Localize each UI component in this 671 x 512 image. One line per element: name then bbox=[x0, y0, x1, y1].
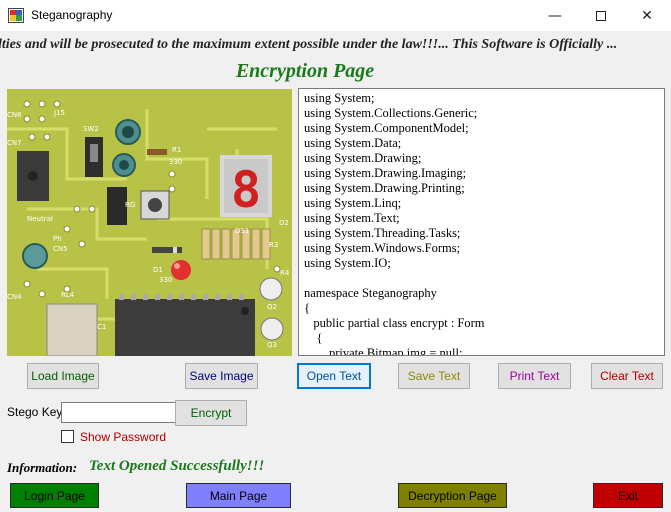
board-label: RG bbox=[125, 201, 135, 209]
window-title: Steganography bbox=[31, 8, 113, 22]
code-line: using System.Data; bbox=[304, 136, 402, 150]
decryption-page-button[interactable]: Decryption Page bbox=[398, 483, 507, 508]
information-label: Information: bbox=[7, 460, 78, 475]
board-label: 330 bbox=[159, 276, 172, 284]
scrolling-notice: lties and will be prosecuted to the maxi… bbox=[0, 36, 671, 56]
message-text-area[interactable]: using System; using System.Collections.Ge… bbox=[298, 88, 665, 356]
main-page-button[interactable]: Main Page bbox=[186, 483, 291, 508]
board-label: R1 bbox=[172, 146, 181, 154]
code-line: namespace Steganography bbox=[304, 286, 437, 300]
board-label: SW2 bbox=[83, 125, 99, 133]
board-label: RL4 bbox=[61, 291, 75, 299]
code-line: { bbox=[304, 301, 310, 315]
stego-key-label: Stego Key: bbox=[7, 405, 66, 419]
circuit-board-image: 8 R1 330 SW2 DS1 C1 Q2 Q3 D1 330 RL4 CN4… bbox=[7, 89, 292, 356]
code-line: using System; bbox=[304, 91, 375, 105]
code-line: using System.Text; bbox=[304, 211, 400, 225]
code-line: public partial class encrypt : Form bbox=[304, 316, 485, 330]
board-label: Ph bbox=[53, 235, 62, 243]
seven-segment-digit: 8 bbox=[231, 161, 261, 219]
scrolling-notice-text: lties and will be prosecuted to the maxi… bbox=[0, 37, 618, 52]
print-text-button[interactable]: Print Text bbox=[498, 363, 571, 389]
minimize-icon[interactable]: — bbox=[532, 0, 578, 31]
board-label: CN7 bbox=[7, 139, 22, 147]
code-line: using System.Drawing.Printing; bbox=[304, 181, 465, 195]
board-label: R4 bbox=[280, 269, 290, 277]
code-line: using System.IO; bbox=[304, 256, 391, 270]
steganography-app-icon bbox=[8, 8, 24, 23]
code-line: private Bitmap img = null; bbox=[304, 346, 463, 356]
board-label: CN5 bbox=[53, 245, 68, 253]
open-text-button[interactable]: Open Text bbox=[297, 363, 371, 389]
close-icon[interactable]: ✕ bbox=[624, 0, 670, 31]
code-line: using System.Windows.Forms; bbox=[304, 241, 461, 255]
board-label: R3 bbox=[269, 241, 278, 249]
page-title: Encryption Page bbox=[235, 60, 375, 82]
login-page-button[interactable]: Login Page bbox=[10, 483, 99, 508]
board-label: CN4 bbox=[7, 293, 22, 301]
load-image-button[interactable]: Load Image bbox=[27, 363, 99, 389]
show-password-label[interactable]: Show Password bbox=[80, 430, 166, 444]
board-label: Q3 bbox=[267, 341, 277, 349]
code-line: using System.Linq; bbox=[304, 196, 402, 210]
board-label: Neutral bbox=[27, 215, 53, 223]
board-label: D1 bbox=[153, 266, 163, 274]
code-line: using System.Threading.Tasks; bbox=[304, 226, 461, 240]
code-line: using System.Drawing.Imaging; bbox=[304, 166, 467, 180]
board-label: J15 bbox=[53, 109, 65, 117]
board-label: C1 bbox=[97, 323, 106, 331]
cover-image-preview: 8 R1 330 SW2 DS1 C1 Q2 Q3 D1 330 RL4 CN4… bbox=[7, 89, 292, 356]
exit-button[interactable]: Exit bbox=[593, 483, 663, 508]
encrypt-button[interactable]: Encrypt bbox=[175, 400, 247, 426]
board-label: Q2 bbox=[267, 303, 277, 311]
save-image-button[interactable]: Save Image bbox=[185, 363, 258, 389]
information-status: Text Opened Successfully!!! bbox=[89, 458, 265, 474]
code-line: using System.Collections.Generic; bbox=[304, 106, 478, 120]
save-text-button[interactable]: Save Text bbox=[398, 363, 470, 389]
board-label: 330 bbox=[169, 158, 182, 166]
clear-text-button[interactable]: Clear Text bbox=[591, 363, 663, 389]
code-line: { bbox=[304, 331, 323, 345]
stego-key-input[interactable] bbox=[61, 402, 177, 423]
board-label: DS1 bbox=[235, 227, 249, 235]
title-bar: Steganography — ✕ bbox=[0, 0, 671, 31]
show-password-checkbox[interactable] bbox=[61, 430, 74, 443]
maximize-icon[interactable] bbox=[578, 0, 624, 31]
board-label: D2 bbox=[279, 219, 289, 227]
code-line: using System.Drawing; bbox=[304, 151, 422, 165]
code-line: using System.ComponentModel; bbox=[304, 121, 469, 135]
board-label: CN6 bbox=[7, 111, 22, 119]
